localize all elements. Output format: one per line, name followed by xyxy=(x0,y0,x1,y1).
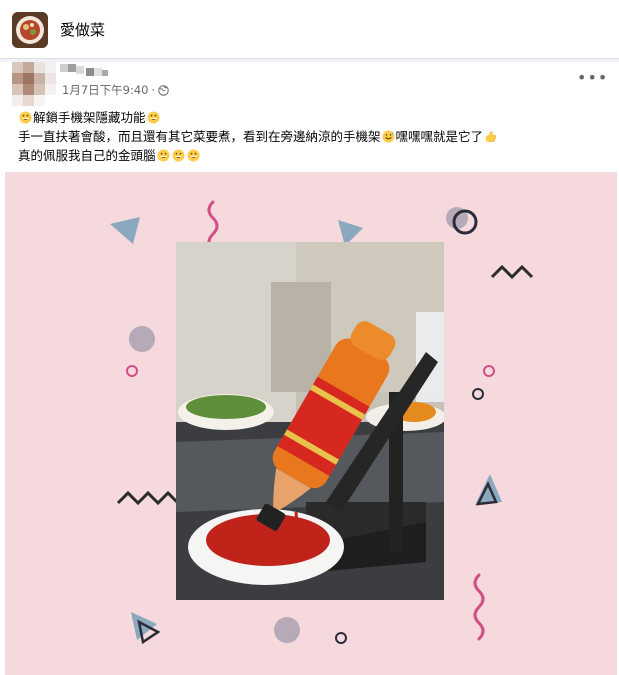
grinning-emoji-icon xyxy=(156,149,170,162)
group-avatar[interactable] xyxy=(12,12,48,48)
post-text-line-2: 手一直扶著會酸，而且還有其它菜要煮，看到在旁邊納涼的手機架 嘿嘿嘿就是它了 xyxy=(18,127,498,146)
globe-icon xyxy=(158,84,169,96)
sauce-bottle-on-phone-stand-icon xyxy=(176,242,444,600)
post-meta: 1月7日下午9:40 · xyxy=(62,82,169,98)
post-text-line-1: 解鎖手機架隱藏功能 xyxy=(18,108,498,127)
post-text-line-3-content: 真的佩服我自己的金頭腦 xyxy=(18,148,156,163)
grinning-emoji-icon xyxy=(171,149,185,162)
food-dish-avatar-icon xyxy=(12,12,48,48)
more-options-button[interactable]: ••• xyxy=(577,68,607,88)
group-header: 愛做菜 xyxy=(0,0,619,59)
post-photo[interactable] xyxy=(5,172,617,675)
meta-separator: · xyxy=(151,83,156,97)
author-name-blurred[interactable] xyxy=(60,62,140,80)
post-text-line-3: 真的佩服我自己的金頭腦 xyxy=(18,146,498,165)
sweat-smile-emoji-icon xyxy=(381,130,395,143)
blurred-avatar-icon xyxy=(12,62,56,106)
post-text-line-1-content: 解鎖手機架隱藏功能 xyxy=(33,110,146,125)
grinning-emoji-icon xyxy=(19,111,32,124)
post-text: 解鎖手機架隱藏功能 手一直扶著會酸，而且還有其它菜要煮，看到在旁邊納涼的手機架 … xyxy=(18,108,498,165)
author-avatar[interactable] xyxy=(12,62,56,106)
grinning-emoji-icon xyxy=(186,149,200,162)
grinning-emoji-icon xyxy=(146,111,160,124)
post-card: 1月7日下午9:40 · ••• 解鎖手機架隱藏功能 手一直扶著會酸，而且還有其… xyxy=(0,62,619,675)
post-text-line-2a: 手一直扶著會酸，而且還有其它菜要煮，看到在旁邊納涼的手機架 xyxy=(18,129,381,144)
post-timestamp[interactable]: 1月7日下午9:40 xyxy=(62,82,148,98)
group-name[interactable]: 愛做菜 xyxy=(60,19,105,40)
blurred-name-icon xyxy=(60,64,108,76)
post-text-line-2b: 嘿嘿嘿就是它了 xyxy=(395,129,484,144)
thumbs-up-emoji-icon xyxy=(485,131,497,142)
sauce-bottle-photo xyxy=(176,242,444,600)
